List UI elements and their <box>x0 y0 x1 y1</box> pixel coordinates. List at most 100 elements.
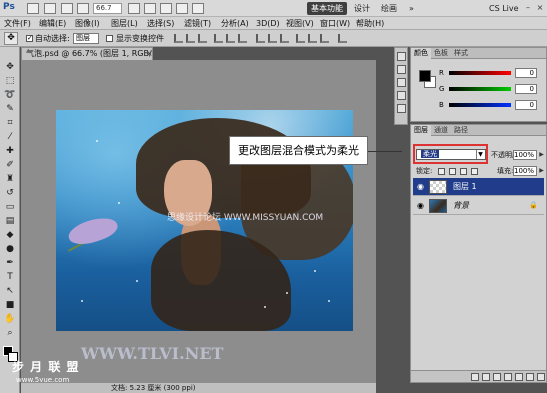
actions-panel-icon[interactable] <box>397 65 406 74</box>
tab-color[interactable]: 颜色 <box>411 48 431 59</box>
character-panel-icon[interactable] <box>397 91 406 100</box>
minimize-icon[interactable]: – <box>523 3 533 13</box>
view-extras-icon[interactable] <box>61 3 73 14</box>
opacity-field[interactable]: 100% <box>513 150 537 160</box>
pen-tool-icon[interactable]: ✒ <box>3 257 17 270</box>
menu-layer[interactable]: 图层(L) <box>111 17 138 30</box>
align-hcenter-icon[interactable] <box>226 34 235 43</box>
tab-layers[interactable]: 图层 <box>411 125 431 136</box>
menu-select[interactable]: 选择(S) <box>147 17 174 30</box>
zoom-level-select[interactable]: 66.7 <box>93 3 122 14</box>
eye-icon[interactable]: ◉ <box>416 182 425 191</box>
clone-stamp-tool-icon[interactable]: ♜ <box>3 173 17 186</box>
blend-mode-select[interactable]: 柔光 ▼ <box>416 149 486 160</box>
marquee-tool-icon[interactable]: ⬚ <box>3 75 17 88</box>
dodge-tool-icon[interactable]: ● <box>3 243 17 256</box>
show-transform-checkbox[interactable] <box>106 35 113 42</box>
shape-tool-icon[interactable]: ■ <box>3 299 17 312</box>
quick-select-tool-icon[interactable]: ✎ <box>3 103 17 116</box>
path-selection-tool-icon[interactable]: ↖ <box>3 285 17 298</box>
eyedropper-tool-icon[interactable]: ⁄ <box>3 131 17 144</box>
rotate-view-icon[interactable] <box>160 3 172 14</box>
layer-row[interactable]: ◉ 背景 🔒 <box>413 197 544 215</box>
chevron-down-icon[interactable]: ▼ <box>476 150 484 159</box>
distribute-right-icon[interactable] <box>320 34 329 43</box>
align-vcenter-icon[interactable] <box>186 34 195 43</box>
new-group-icon[interactable] <box>515 373 523 381</box>
menu-analysis[interactable]: 分析(A) <box>221 17 249 30</box>
new-layer-icon[interactable] <box>526 373 534 381</box>
auto-select-target-select[interactable]: 图层 <box>73 33 99 44</box>
move-tool-preset-icon[interactable]: ✥ <box>4 32 18 45</box>
blue-value-field[interactable]: 0 <box>515 100 537 110</box>
red-slider[interactable] <box>449 71 511 75</box>
move-tool-icon[interactable]: ✥ <box>3 61 17 74</box>
eraser-tool-icon[interactable]: ▭ <box>3 201 17 214</box>
healing-brush-tool-icon[interactable]: ✚ <box>3 145 17 158</box>
align-top-icon[interactable] <box>174 34 183 43</box>
workspace-more-button[interactable]: » <box>405 2 418 15</box>
lasso-tool-icon[interactable]: ➰ <box>3 89 17 102</box>
distribute-top-icon[interactable] <box>256 34 265 43</box>
zoom-tool-icon[interactable]: ⌕ <box>3 327 17 340</box>
menu-window[interactable]: 窗口(W) <box>320 17 350 30</box>
arrange-documents-icon[interactable] <box>176 3 188 14</box>
cs-live-button[interactable]: CS Live <box>489 2 519 15</box>
workspace-painting-button[interactable]: 绘画 <box>377 2 401 15</box>
bridge-icon[interactable] <box>27 3 39 14</box>
layer-style-icon[interactable] <box>482 373 490 381</box>
layer-mask-icon[interactable] <box>493 373 501 381</box>
eye-icon[interactable]: ◉ <box>416 201 425 210</box>
align-right-icon[interactable] <box>238 34 247 43</box>
menu-file[interactable]: 文件(F) <box>4 17 31 30</box>
lock-position-icon[interactable] <box>460 168 467 175</box>
tab-paths[interactable]: 路径 <box>451 125 471 136</box>
screen-mode-icon[interactable] <box>192 3 204 14</box>
blue-slider[interactable] <box>449 103 511 107</box>
red-value-field[interactable]: 0 <box>515 68 537 78</box>
green-value-field[interactable]: 0 <box>515 84 537 94</box>
hand-tool-icon[interactable] <box>128 3 140 14</box>
fill-arrow-icon[interactable]: ▶ <box>538 166 545 176</box>
auto-align-icon[interactable] <box>338 34 347 43</box>
workspace-design-button[interactable]: 设计 <box>350 2 374 15</box>
menu-view[interactable]: 视图(V) <box>286 17 314 30</box>
blur-tool-icon[interactable]: ◆ <box>3 229 17 242</box>
paragraph-panel-icon[interactable] <box>397 104 406 113</box>
close-document-icon[interactable]: × <box>146 48 153 60</box>
distribute-left-icon[interactable] <box>296 34 305 43</box>
lock-pixels-icon[interactable] <box>449 168 456 175</box>
opacity-arrow-icon[interactable]: ▶ <box>538 150 545 160</box>
tab-channels[interactable]: 通道 <box>431 125 451 136</box>
gradient-tool-icon[interactable]: ▤ <box>3 215 17 228</box>
distribute-hcenter-icon[interactable] <box>308 34 317 43</box>
hand-tool-icon[interactable]: ✋ <box>3 313 17 326</box>
zoom-tool-icon[interactable] <box>144 3 156 14</box>
type-tool-icon[interactable]: T <box>3 271 17 284</box>
close-window-icon[interactable]: × <box>535 3 545 13</box>
foreground-color-swatch[interactable] <box>419 70 431 82</box>
distribute-bottom-icon[interactable] <box>280 34 289 43</box>
fill-field[interactable]: 100% <box>513 166 537 176</box>
mini-bridge-icon[interactable] <box>44 3 56 14</box>
menu-edit[interactable]: 编辑(E) <box>39 17 66 30</box>
adjustment-layer-icon[interactable] <box>504 373 512 381</box>
link-layers-icon[interactable] <box>471 373 479 381</box>
brush-tool-icon[interactable]: ✐ <box>3 159 17 172</box>
trash-icon[interactable] <box>537 373 545 381</box>
menu-3d[interactable]: 3D(D) <box>256 17 280 30</box>
tab-styles[interactable]: 样式 <box>451 48 471 59</box>
lock-transparency-icon[interactable] <box>438 168 445 175</box>
green-slider[interactable] <box>449 87 511 91</box>
document-tab[interactable]: 气泡.psd @ 66.7% (图层 1, RGB/8*) * <box>21 47 153 60</box>
auto-select-checkbox[interactable]: ✓ <box>26 35 33 42</box>
layer-row[interactable]: ◉ 图层 1 <box>413 178 544 196</box>
lock-all-icon[interactable] <box>471 168 478 175</box>
menu-filter[interactable]: 滤镜(T) <box>184 17 211 30</box>
tab-swatches[interactable]: 色板 <box>431 48 451 59</box>
zoom-level-icon[interactable] <box>77 3 89 14</box>
workspace-essentials-button[interactable]: 基本功能 <box>307 2 347 15</box>
menu-image[interactable]: 图像(I) <box>75 17 100 30</box>
menu-help[interactable]: 帮助(H) <box>356 17 384 30</box>
crop-tool-icon[interactable]: ⌗ <box>3 117 17 130</box>
